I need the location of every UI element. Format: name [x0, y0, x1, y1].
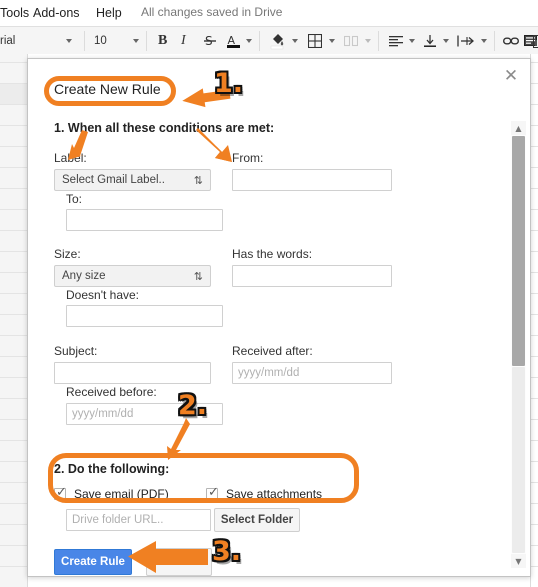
has-words-field-label: Has the words: [232, 247, 313, 261]
checkmark-icon: ✓ [56, 485, 67, 500]
received-before-input[interactable] [66, 403, 223, 425]
stepper-icon: ⇅ [193, 270, 203, 283]
save-email-label: Save email (PDF) [74, 487, 169, 501]
merge-chevron-down-icon [365, 39, 371, 43]
select-folder-button[interactable]: Select Folder [214, 508, 300, 532]
align-chevron-down-icon[interactable] [409, 39, 415, 43]
size-select[interactable]: Any size ⇅ [54, 265, 211, 287]
scrollbar-thumb-lower[interactable] [512, 367, 525, 553]
font-name-chevron-down-icon[interactable] [66, 39, 72, 43]
toolbar-divider [146, 31, 147, 51]
save-attachments-checkbox[interactable]: ✓ [206, 485, 219, 500]
received-before-field-label: Received before: [66, 385, 157, 399]
subject-field-label: Subject: [54, 344, 98, 358]
create-new-rule-dialog: ✕ Create New Rule 1. When all these cond… [27, 58, 531, 577]
save-attachments-checkbox-row[interactable]: ✓ Save attachments [206, 485, 323, 501]
font-size-selector[interactable]: 10 [94, 27, 107, 55]
scroll-up-arrow-icon[interactable]: ▲ [511, 121, 526, 135]
doesnt-have-field-label: Doesn't have: [66, 288, 140, 302]
subject-input[interactable] [54, 362, 211, 384]
received-after-input[interactable] [232, 362, 392, 384]
section-1-heading: 1. When all these conditions are met: [54, 121, 275, 135]
label-field-label: Label: [54, 151, 87, 165]
italic-icon[interactable]: I [181, 34, 186, 48]
link-icon[interactable] [503, 27, 519, 55]
size-field-label: Size: [54, 247, 81, 261]
to-input[interactable] [66, 209, 223, 231]
text-color-icon[interactable]: A [226, 27, 241, 55]
selected-row-header [0, 83, 27, 104]
save-email-checkbox-row[interactable]: ✓ Save email (PDF) [54, 485, 169, 501]
gmail-label-select-value: Select Gmail Label.. [62, 174, 165, 186]
drive-folder-url-input[interactable] [66, 509, 211, 531]
vertical-align-chevron-down-icon[interactable] [443, 39, 449, 43]
fill-color-icon[interactable] [270, 27, 286, 55]
borders-chevron-down-icon[interactable] [329, 39, 335, 43]
toolbar-divider [84, 31, 85, 51]
chart-icon[interactable] [533, 27, 538, 55]
create-rule-button[interactable]: Create Rule [54, 549, 132, 575]
toolbar-divider [378, 31, 379, 51]
dialog-title: Create New Rule [54, 81, 161, 97]
toolbar-divider [494, 31, 495, 51]
has-words-input[interactable] [232, 265, 392, 287]
from-field-label: From: [232, 151, 264, 165]
menu-item-tools[interactable]: Tools [0, 4, 29, 22]
menu-item-addons[interactable]: Add-ons [33, 4, 80, 22]
cancel-button[interactable]: Cancel [146, 548, 212, 576]
vertical-align-icon[interactable] [423, 27, 437, 55]
fill-color-chevron-down-icon[interactable] [292, 39, 298, 43]
text-color-chevron-down-icon[interactable] [246, 39, 252, 43]
save-status-text: All changes saved in Drive [141, 5, 283, 19]
to-field-label: To: [66, 192, 83, 206]
received-after-field-label: Received after: [232, 344, 313, 358]
strikethrough-icon[interactable]: S [203, 27, 217, 55]
text-wrap-icon[interactable] [457, 27, 475, 55]
scrollbar-thumb[interactable] [512, 136, 525, 366]
from-input[interactable] [232, 169, 392, 191]
close-icon[interactable]: ✕ [502, 68, 520, 86]
section-2-heading: 2. Do the following: [54, 462, 170, 476]
menu-bar: Tools Add-ons Help All changes saved in … [0, 0, 538, 26]
scroll-down-arrow-icon[interactable]: ▼ [511, 554, 526, 568]
row-header-column [0, 54, 28, 587]
toolbar-divider [259, 31, 260, 51]
checkmark-icon: ✓ [208, 485, 219, 500]
dialog-scrollbar[interactable]: ▲ ▼ [511, 121, 526, 568]
menu-item-help[interactable]: Help [96, 4, 122, 22]
borders-icon[interactable] [308, 27, 322, 55]
bold-icon[interactable]: B [158, 34, 167, 48]
save-email-checkbox[interactable]: ✓ [54, 485, 67, 500]
save-attachments-label: Save attachments [226, 487, 323, 501]
merge-cells-icon [344, 27, 358, 55]
formatting-toolbar: rial 10 B I S A [0, 26, 538, 56]
gmail-label-select[interactable]: Select Gmail Label.. ⇅ [54, 169, 211, 191]
stepper-icon: ⇅ [193, 174, 203, 187]
doesnt-have-input[interactable] [66, 305, 223, 327]
font-size-chevron-down-icon[interactable] [133, 39, 139, 43]
align-left-icon[interactable] [389, 27, 403, 55]
size-select-value: Any size [62, 270, 106, 282]
font-name-selector[interactable]: rial [0, 27, 15, 55]
text-wrap-chevron-down-icon[interactable] [481, 39, 487, 43]
